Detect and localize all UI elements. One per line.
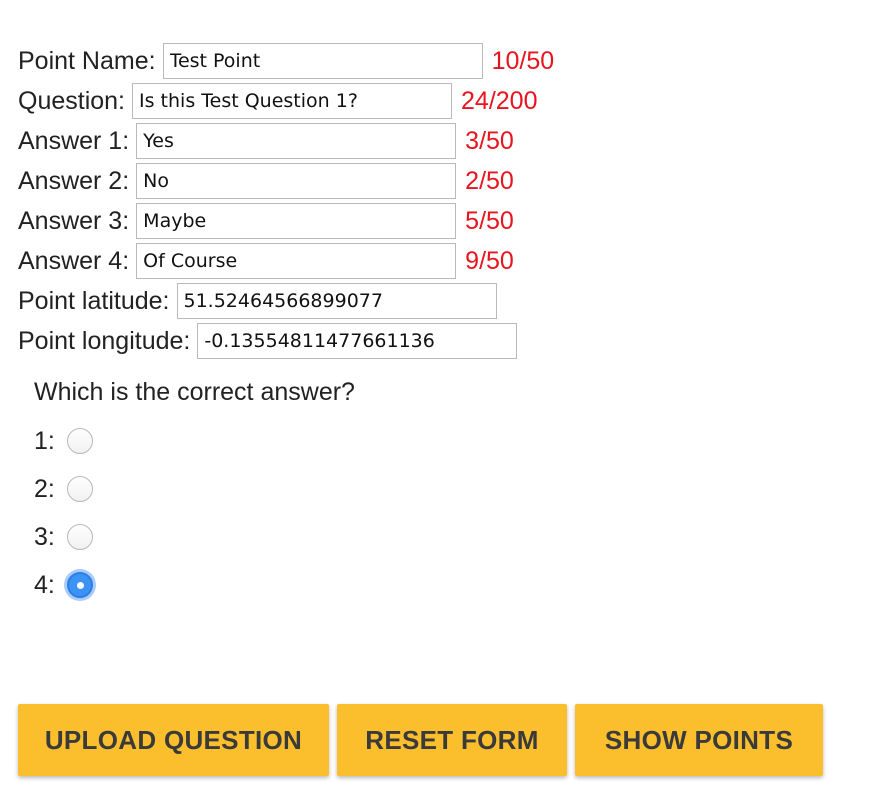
longitude-input[interactable] bbox=[197, 323, 518, 359]
radio-button-3[interactable] bbox=[67, 524, 93, 550]
point-name-char-count: 10/50 bbox=[491, 46, 555, 75]
answer-2-row: Answer 2: 2/50 bbox=[18, 163, 514, 199]
answer-1-char-count: 3/50 bbox=[465, 126, 514, 155]
radio-option-3[interactable]: 3: bbox=[34, 521, 93, 553]
answer-3-row: Answer 3: 5/50 bbox=[18, 203, 514, 239]
radio-option-1[interactable]: 1: bbox=[34, 425, 93, 457]
radio-option-4-label: 4: bbox=[34, 570, 55, 599]
longitude-label: Point longitude: bbox=[18, 326, 191, 355]
answer-1-input[interactable] bbox=[136, 123, 457, 159]
question-row: Question: 24/200 bbox=[18, 83, 537, 119]
answer-2-char-count: 2/50 bbox=[465, 166, 514, 195]
answer-3-input[interactable] bbox=[136, 203, 457, 239]
radio-option-2-label: 2: bbox=[34, 474, 55, 503]
answer-4-char-count: 9/50 bbox=[465, 246, 514, 275]
answer-4-input[interactable] bbox=[136, 243, 457, 279]
answer-4-label: Answer 4: bbox=[18, 246, 130, 275]
point-name-label: Point Name: bbox=[18, 46, 156, 75]
radio-option-4[interactable]: 4: bbox=[34, 569, 93, 601]
answer-1-row: Answer 1: 3/50 bbox=[18, 123, 514, 159]
upload-question-button[interactable]: UPLOAD QUESTION bbox=[18, 704, 329, 776]
question-form-page: Point Name: 10/50 Question: 24/200 Answe… bbox=[0, 0, 870, 806]
question-char-count: 24/200 bbox=[461, 86, 538, 115]
answer-4-row: Answer 4: 9/50 bbox=[18, 243, 514, 279]
answer-3-char-count: 5/50 bbox=[465, 206, 514, 235]
answer-1-label: Answer 1: bbox=[18, 126, 130, 155]
radio-option-3-label: 3: bbox=[34, 522, 55, 551]
answer-3-label: Answer 3: bbox=[18, 206, 130, 235]
show-points-button[interactable]: SHOW POINTS bbox=[575, 704, 823, 776]
radio-button-2[interactable] bbox=[67, 476, 93, 502]
correct-answer-prompt: Which is the correct answer? bbox=[34, 378, 355, 406]
latitude-input[interactable] bbox=[176, 283, 497, 319]
latitude-label: Point latitude: bbox=[18, 286, 170, 315]
radio-option-1-label: 1: bbox=[34, 426, 55, 455]
point-name-row: Point Name: 10/50 bbox=[18, 43, 554, 79]
point-name-input[interactable] bbox=[162, 43, 483, 79]
latitude-row: Point latitude: bbox=[18, 283, 497, 319]
radio-button-4[interactable] bbox=[67, 572, 93, 598]
longitude-row: Point longitude: bbox=[18, 323, 518, 359]
answer-2-label: Answer 2: bbox=[18, 166, 130, 195]
answer-2-input[interactable] bbox=[136, 163, 457, 199]
question-input[interactable] bbox=[132, 83, 453, 119]
question-label: Question: bbox=[18, 86, 126, 115]
radio-option-2[interactable]: 2: bbox=[34, 473, 93, 505]
radio-button-1[interactable] bbox=[67, 428, 93, 454]
reset-form-button[interactable]: RESET FORM bbox=[337, 704, 567, 776]
